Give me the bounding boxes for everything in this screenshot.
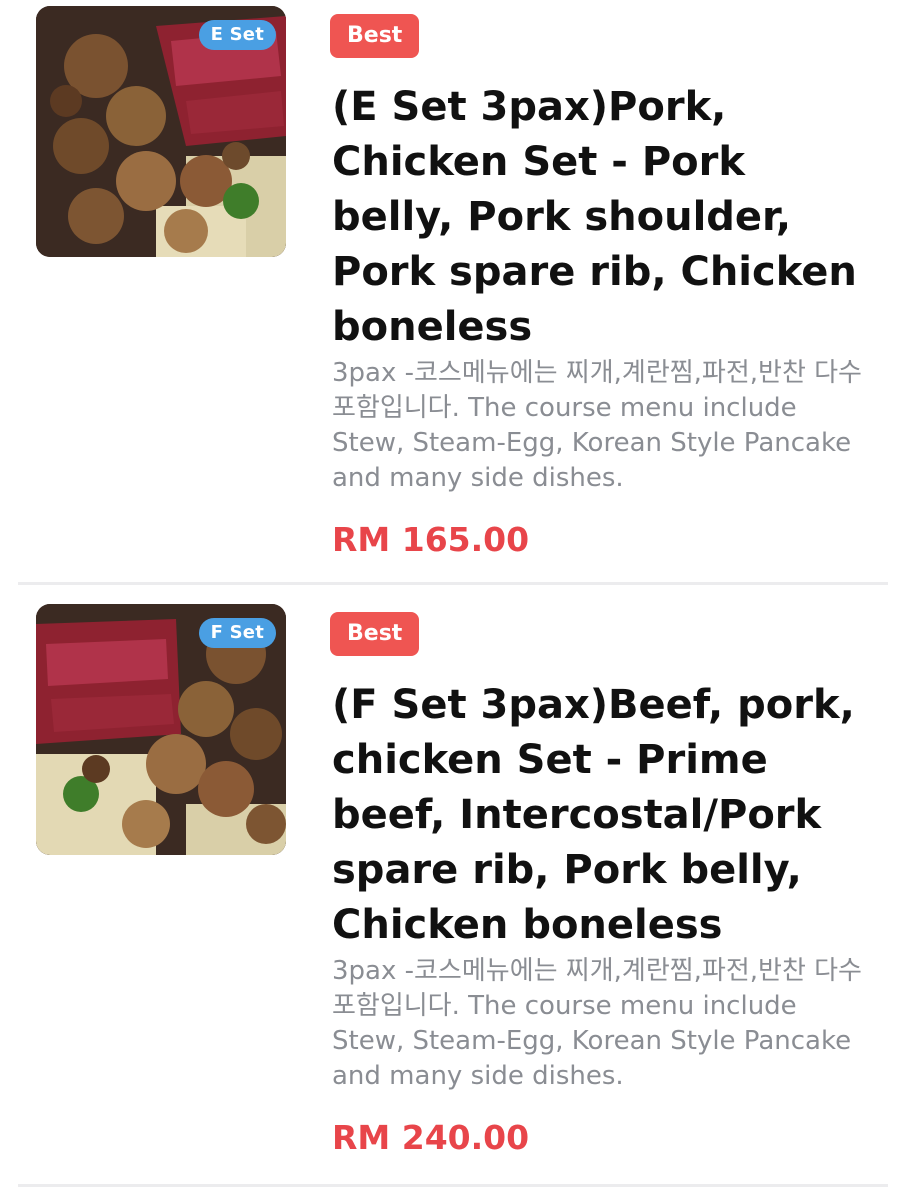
item-description: 3pax -코스메뉴에는 찌개,계란찜,파전,반찬 다수 포함입니다. The … (332, 358, 862, 493)
food-image-f-set[interactable]: F Set (36, 604, 286, 855)
item-title[interactable]: (E Set 3pax)Pork, Chicken Set - Pork bel… (332, 80, 872, 355)
item-price: RM 240.00 (332, 1118, 530, 1157)
food-image-e-set[interactable]: E Set (36, 6, 286, 257)
item-description: 3pax -코스메뉴에는 찌개,계란찜,파전,반찬 다수 포함입니다. The … (332, 956, 862, 1091)
divider (18, 582, 888, 585)
menu-item-e-set[interactable]: E Set Best (E Set 3pax)Pork, Chicken Set… (0, 0, 900, 598)
best-badge: Best (330, 14, 420, 58)
set-badge: F Set (198, 618, 276, 648)
item-price: RM 165.00 (332, 520, 530, 559)
menu-item-f-set[interactable]: F Set Best (F Set 3pax)Beef, pork, chick… (0, 598, 900, 1196)
best-badge: Best (330, 612, 420, 656)
divider (18, 1184, 888, 1187)
item-title[interactable]: (F Set 3pax)Beef, pork, chicken Set - Pr… (332, 678, 872, 953)
set-badge: E Set (198, 20, 276, 50)
